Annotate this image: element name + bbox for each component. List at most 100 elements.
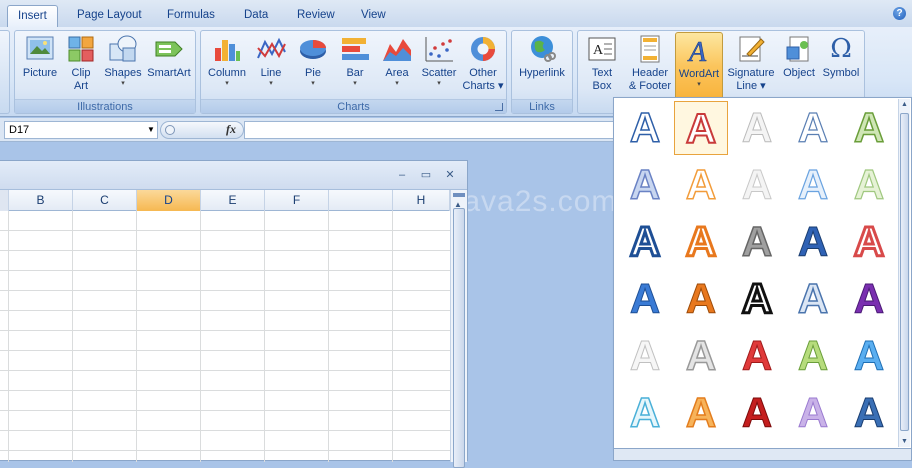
wordart-style-3-3[interactable]: A: [730, 215, 784, 269]
bar-chart-button[interactable]: Bar ▾: [335, 34, 375, 88]
help-icon[interactable]: ?: [893, 7, 906, 20]
wordart-style-1-2[interactable]: A: [674, 101, 728, 155]
wordart-style-5-4[interactable]: A: [786, 329, 840, 383]
column-header-f[interactable]: F: [265, 190, 329, 211]
bar-chart-icon: [342, 38, 369, 60]
wordart-style-6-5[interactable]: A: [842, 386, 896, 440]
wordart-style-2-2[interactable]: A: [674, 158, 728, 212]
globe-icon: [531, 36, 556, 62]
other-charts-button[interactable]: Other Charts ▾: [462, 34, 504, 93]
group-label-links: Links: [512, 99, 572, 113]
wordart-style-5-5[interactable]: A: [842, 329, 896, 383]
line-chart-button[interactable]: Line ▾: [251, 34, 291, 88]
wordart-style-6-1[interactable]: A: [618, 386, 672, 440]
group-label-illustrations: Illustrations: [15, 99, 195, 113]
ribbon-tab-bar: Insert Page Layout Formulas Data Review …: [0, 0, 912, 27]
wordart-style-6-4[interactable]: A: [786, 386, 840, 440]
scroll-thumb[interactable]: [453, 208, 465, 468]
name-box[interactable]: D17: [4, 121, 158, 139]
tab-insert[interactable]: Insert: [7, 5, 58, 27]
minimize-icon[interactable]: –: [395, 169, 409, 181]
insert-function-icon[interactable]: fx: [226, 122, 236, 137]
donut-chart-icon: [471, 37, 495, 61]
tab-view[interactable]: View: [351, 5, 396, 27]
wordart-style-4-2[interactable]: A: [674, 272, 728, 326]
text-box-button[interactable]: A Text Box: [582, 34, 622, 93]
restore-icon[interactable]: ▭: [419, 169, 433, 181]
tab-review[interactable]: Review: [287, 5, 345, 27]
group-label-charts: Charts: [201, 99, 506, 113]
wordart-style-3-5[interactable]: A: [842, 215, 896, 269]
gallery-scrollbar[interactable]: ▲ ▼: [898, 99, 910, 447]
wordart-style-5-1[interactable]: A: [618, 329, 672, 383]
column-header-g[interactable]: [329, 190, 393, 211]
tab-data[interactable]: Data: [234, 5, 278, 27]
ribbon-group-tables-stub: [0, 30, 10, 114]
name-box-dropdown-icon[interactable]: ▼: [144, 121, 158, 139]
gallery-scroll-up-icon[interactable]: ▲: [901, 101, 908, 108]
wordart-style-3-1[interactable]: A: [618, 215, 672, 269]
column-header-c[interactable]: C: [73, 190, 137, 211]
area-chart-button[interactable]: Area ▾: [377, 34, 417, 88]
workbook-window: – ▭ ✕ B C D E F H ▲: [0, 160, 468, 468]
wordart-icon: A: [687, 37, 708, 65]
object-button[interactable]: Object: [779, 34, 819, 80]
header-footer-button[interactable]: Header & Footer: [625, 34, 675, 93]
wordart-style-6-3[interactable]: A: [730, 386, 784, 440]
signature-line-icon: [739, 36, 765, 62]
close-icon[interactable]: ✕: [443, 169, 457, 181]
vertical-scrollbar[interactable]: ▲: [450, 190, 467, 468]
signature-line-button[interactable]: Signature Line ▾: [725, 34, 777, 93]
area-chart-icon: [383, 39, 411, 61]
smartart-button[interactable]: SmartArt: [145, 34, 193, 80]
wordart-style-4-5[interactable]: A: [842, 272, 896, 326]
wordart-style-5-2[interactable]: A: [674, 329, 728, 383]
tab-formulas[interactable]: Formulas: [157, 5, 225, 27]
wordart-style-2-1[interactable]: A: [618, 158, 672, 212]
pie-chart-icon: [300, 40, 326, 59]
split-handle[interactable]: [453, 193, 465, 197]
tab-page-layout[interactable]: Page Layout: [67, 5, 152, 27]
wordart-style-2-4[interactable]: A: [786, 158, 840, 212]
clip-art-icon: [68, 36, 94, 62]
wordart-style-1-3[interactable]: A: [730, 101, 784, 155]
scatter-chart-icon: [425, 37, 453, 62]
column-header-h[interactable]: H: [393, 190, 450, 211]
cell-grid[interactable]: [0, 211, 450, 462]
gallery-scroll-down-icon[interactable]: ▼: [901, 438, 908, 445]
hyperlink-button[interactable]: Hyperlink: [515, 34, 569, 80]
wordart-gallery: ▲ ▼ AAAAAAAAAAAAAAAAAAAAAAAAAAAAAA: [613, 97, 912, 449]
workbook-title-bar: – ▭ ✕: [0, 161, 467, 190]
wordart-style-2-3[interactable]: A: [730, 158, 784, 212]
clip-art-button[interactable]: Clip Art: [63, 34, 99, 93]
column-chart-button[interactable]: Column ▾: [204, 34, 250, 88]
header-footer-icon: [640, 35, 660, 63]
wordart-button[interactable]: A WordArt ▾: [675, 32, 723, 100]
wordart-style-3-2[interactable]: A: [674, 215, 728, 269]
wordart-style-5-3[interactable]: A: [730, 329, 784, 383]
charts-dialog-launcher[interactable]: [495, 103, 503, 111]
shapes-icon: [109, 35, 137, 62]
wordart-style-1-4[interactable]: A: [786, 101, 840, 155]
wordart-style-6-2[interactable]: A: [674, 386, 728, 440]
wordart-style-2-5[interactable]: A: [842, 158, 896, 212]
scatter-chart-button[interactable]: Scatter ▾: [417, 34, 461, 88]
gallery-resize-footer[interactable]: [613, 449, 912, 461]
picture-button[interactable]: Picture: [19, 34, 61, 80]
wordart-style-1-1[interactable]: A: [618, 101, 672, 155]
wordart-style-4-1[interactable]: A: [618, 272, 672, 326]
wordart-style-4-3[interactable]: A: [730, 272, 784, 326]
shapes-button[interactable]: Shapes ▾: [101, 34, 145, 88]
wordart-style-3-4[interactable]: A: [786, 215, 840, 269]
pie-chart-button[interactable]: Pie ▾: [293, 34, 333, 88]
wordart-style-1-5[interactable]: A: [842, 101, 896, 155]
gallery-scroll-thumb[interactable]: [900, 113, 909, 431]
column-header-b[interactable]: B: [9, 190, 73, 211]
symbol-button[interactable]: Ω Symbol: [821, 34, 861, 80]
column-header-d[interactable]: D: [137, 190, 201, 211]
formula-input[interactable]: [244, 121, 614, 139]
wordart-style-4-4[interactable]: A: [786, 272, 840, 326]
column-header-e[interactable]: E: [201, 190, 265, 211]
expand-formula-icon[interactable]: [165, 125, 175, 135]
select-all-corner[interactable]: [0, 190, 9, 211]
